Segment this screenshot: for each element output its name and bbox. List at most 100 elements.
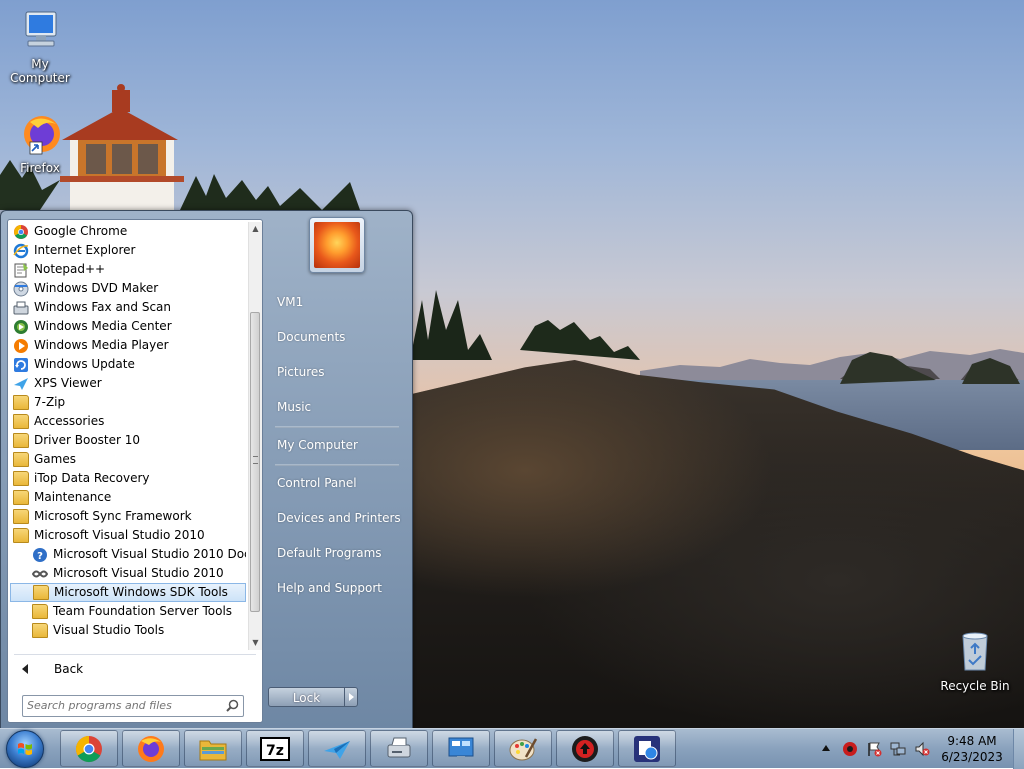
link-my-computer[interactable]: My Computer xyxy=(277,438,358,452)
link-music[interactable]: Music xyxy=(277,400,311,414)
network-icon[interactable] xyxy=(890,741,906,757)
scroll-down-arrow[interactable]: ▼ xyxy=(249,636,262,650)
link-devices-and-printers[interactable]: Devices and Printers xyxy=(277,511,401,525)
program-label: Windows Media Center xyxy=(34,319,172,333)
notification-area: 9:48 AM 6/23/2023 xyxy=(816,729,1024,769)
program-label: Team Foundation Server Tools xyxy=(53,604,233,618)
program-label: Microsoft Visual Studio 2010 xyxy=(53,566,224,580)
taskbar-7zip[interactable]: 7z xyxy=(246,730,304,767)
program-item[interactable]: ? Microsoft Visual Studio 2010 Docum xyxy=(10,545,246,564)
back-arrow-icon xyxy=(22,664,28,674)
desktop-icon-firefox[interactable]: Firefox xyxy=(0,112,80,175)
program-item[interactable]: Windows Media Player xyxy=(10,336,246,355)
link-user-folder[interactable]: VM1 xyxy=(277,295,303,309)
programs-scrollbar[interactable]: ▲ ▼ xyxy=(248,222,262,650)
volume-muted-icon[interactable] xyxy=(914,741,930,757)
program-item[interactable]: Notepad++ xyxy=(10,260,246,279)
search-input[interactable] xyxy=(27,697,217,713)
file-explorer-icon xyxy=(199,740,227,761)
clock-date: 6/23/2023 xyxy=(941,750,1003,764)
computer-icon xyxy=(25,11,57,47)
desktop-icon-recycle-bin[interactable]: Recycle Bin xyxy=(935,630,1015,693)
program-item[interactable]: 7-Zip xyxy=(10,393,246,412)
desktop-icon-label: Firefox xyxy=(20,161,60,175)
program-item[interactable]: Microsoft Windows SDK Tools xyxy=(10,583,246,602)
link-default-programs[interactable]: Default Programs xyxy=(277,546,382,560)
link-control-panel[interactable]: Control Panel xyxy=(277,476,357,490)
paper-plane-icon xyxy=(324,741,350,759)
link-pictures[interactable]: Pictures xyxy=(277,365,325,379)
program-item[interactable]: Team Foundation Server Tools xyxy=(10,602,246,621)
program-item[interactable]: iTop Data Recovery xyxy=(10,469,246,488)
firefox-icon xyxy=(138,736,164,762)
show-hidden-icons-arrow[interactable] xyxy=(822,745,830,751)
shutdown-options-arrow[interactable] xyxy=(345,687,358,707)
program-label: Windows Update xyxy=(34,357,135,371)
program-item[interactable]: Visual Studio Tools xyxy=(10,621,246,640)
firefox-icon xyxy=(24,116,60,155)
taskbar-paint[interactable] xyxy=(494,730,552,767)
program-item[interactable]: Windows Update xyxy=(10,355,246,374)
program-item[interactable]: Windows Fax and Scan xyxy=(10,298,246,317)
start-button[interactable] xyxy=(6,730,44,768)
folder-icon xyxy=(32,623,48,638)
scroll-up-arrow[interactable]: ▲ xyxy=(249,222,262,236)
fax-printer-icon xyxy=(387,737,411,758)
program-label: Maintenance xyxy=(34,490,112,504)
taskbar-data-recovery[interactable] xyxy=(618,730,676,767)
start-menu: Google Chrome Internet Explorer Notepad++ W… xyxy=(0,210,413,730)
help-doc-icon: ? xyxy=(32,547,48,562)
link-help-and-support[interactable]: Help and Support xyxy=(277,581,382,595)
program-item[interactable]: Accessories xyxy=(10,412,246,431)
desktop-icon-label: My Computer xyxy=(10,57,70,85)
program-item[interactable]: Microsoft Sync Framework xyxy=(10,507,246,526)
taskbar-chrome[interactable] xyxy=(60,730,118,767)
user-picture[interactable] xyxy=(309,217,365,273)
program-item[interactable]: Games xyxy=(10,450,246,469)
program-label: Microsoft Visual Studio 2010 xyxy=(34,528,205,542)
program-item[interactable]: Internet Explorer xyxy=(10,241,246,260)
seven-zip-icon: 7z xyxy=(260,737,290,761)
program-item[interactable]: Maintenance xyxy=(10,488,246,507)
folder-icon xyxy=(13,471,29,486)
taskbar-driver-booster[interactable] xyxy=(556,730,614,767)
program-item[interactable]: Google Chrome xyxy=(10,222,246,241)
program-item[interactable]: Driver Booster 10 xyxy=(10,431,246,450)
search-box[interactable] xyxy=(22,695,244,717)
program-item[interactable]: Microsoft Visual Studio 2010 xyxy=(10,564,246,583)
link-documents[interactable]: Documents xyxy=(277,330,345,344)
scroll-thumb[interactable] xyxy=(250,312,260,612)
lock-button[interactable]: Lock xyxy=(268,687,345,707)
action-center-flag-icon[interactable] xyxy=(866,741,882,757)
back-button[interactable]: Back xyxy=(12,658,256,680)
clock[interactable]: 9:48 AM 6/23/2023 xyxy=(936,733,1008,765)
desktop-icon-my-computer[interactable]: My Computer xyxy=(0,8,80,85)
program-label: Windows DVD Maker xyxy=(34,281,159,295)
folder-icon xyxy=(13,509,29,524)
taskbar-remote-desktop[interactable] xyxy=(432,730,490,767)
program-item[interactable]: Microsoft Visual Studio 2010 xyxy=(10,526,246,545)
show-desktop-button[interactable] xyxy=(1013,729,1024,769)
folder-icon xyxy=(13,414,29,429)
media-center-icon xyxy=(13,319,29,334)
fax-scan-icon xyxy=(13,300,29,315)
driver-booster-tray-icon[interactable] xyxy=(842,741,858,757)
taskbar-paper-plane-app[interactable] xyxy=(308,730,366,767)
program-label: Driver Booster 10 xyxy=(34,433,141,447)
paint-icon xyxy=(509,738,538,761)
folder-icon xyxy=(33,585,49,600)
taskbar-firefox[interactable] xyxy=(122,730,180,767)
folder-icon xyxy=(13,490,29,505)
program-label: Notepad++ xyxy=(34,262,106,276)
program-label: Microsoft Visual Studio 2010 Docum xyxy=(53,547,246,561)
program-item[interactable]: XPS Viewer xyxy=(10,374,246,393)
program-label: Visual Studio Tools xyxy=(53,623,165,637)
media-player-icon xyxy=(13,338,29,353)
taskbar-file-explorer[interactable] xyxy=(184,730,242,767)
program-item[interactable]: Windows DVD Maker xyxy=(10,279,246,298)
program-item[interactable]: Windows Media Center xyxy=(10,317,246,336)
flower-picture-icon xyxy=(314,222,360,268)
taskbar-fax-and-scan[interactable] xyxy=(370,730,428,767)
search-icon[interactable] xyxy=(226,699,239,712)
chrome-icon xyxy=(13,224,29,239)
